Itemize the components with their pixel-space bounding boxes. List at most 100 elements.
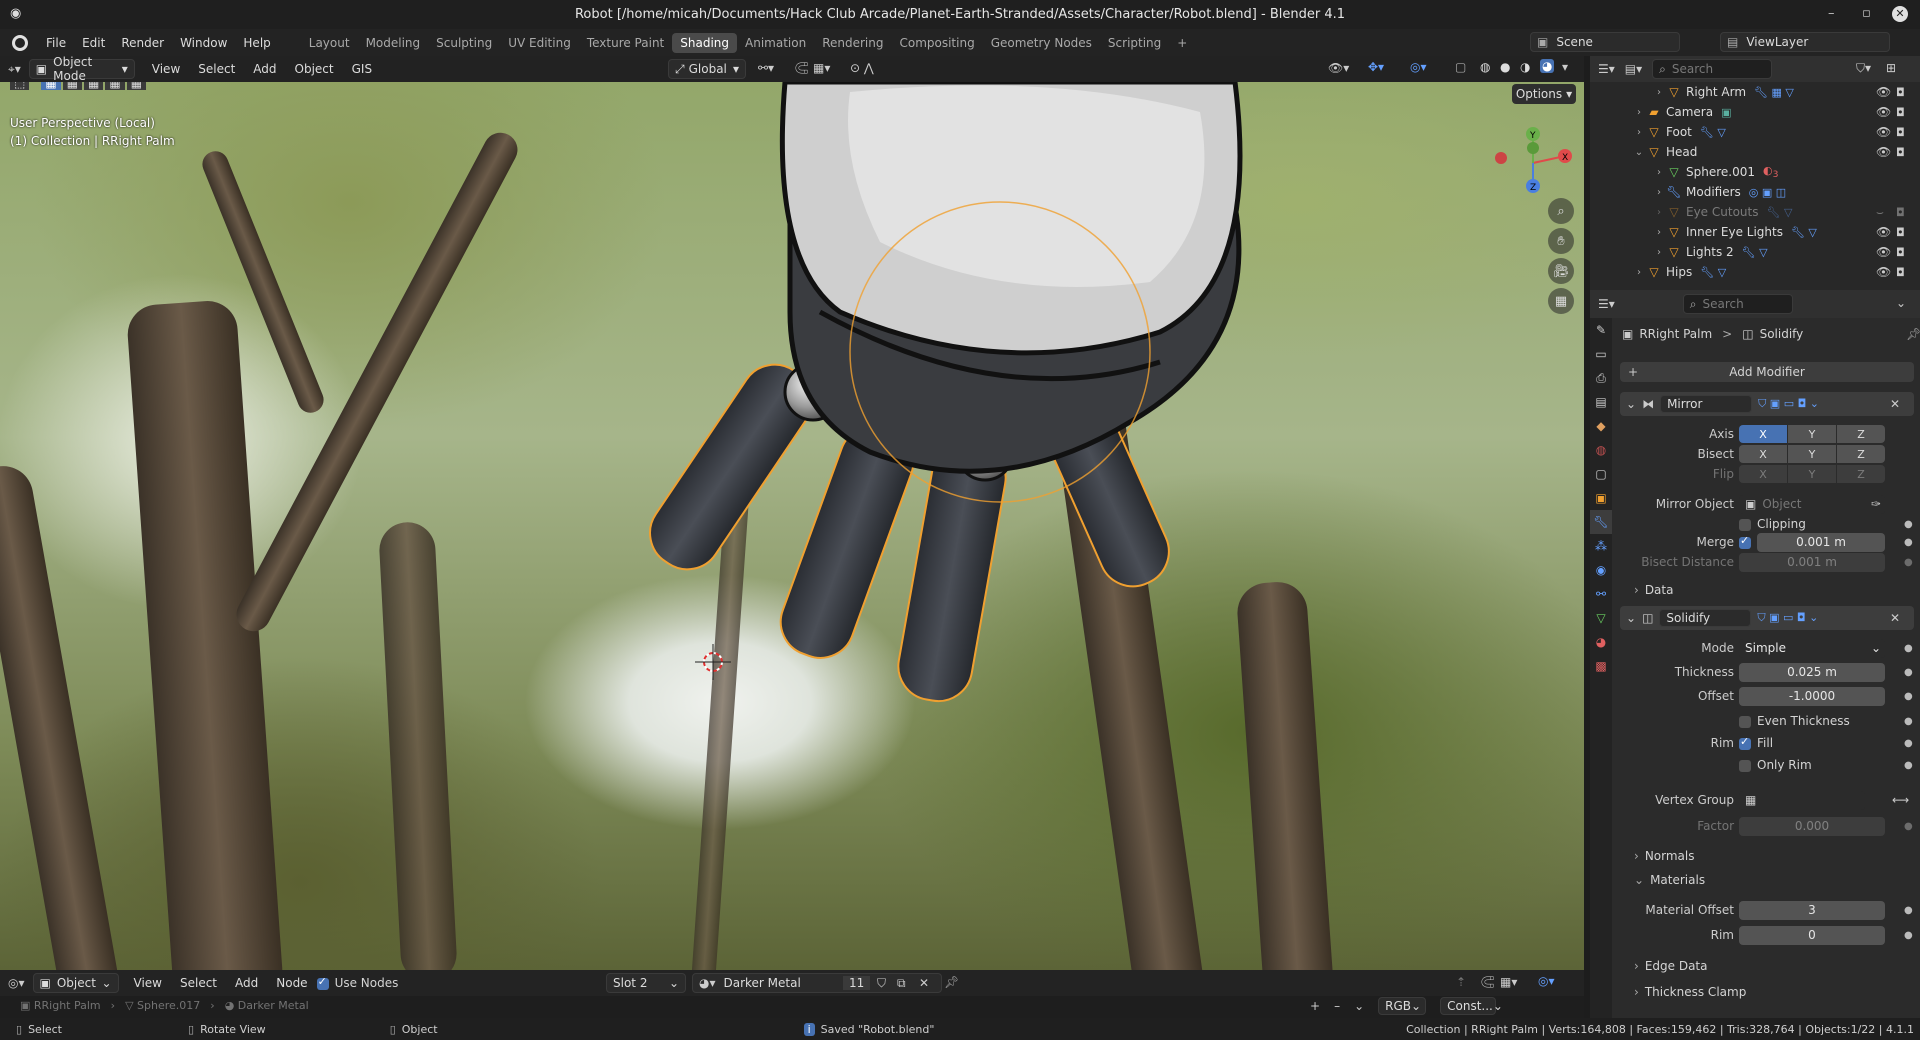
- vp-menu-object[interactable]: Object: [286, 62, 343, 76]
- close-icon[interactable]: ✕: [1892, 6, 1908, 22]
- select-new-icon[interactable]: ▦: [41, 82, 61, 90]
- tab-scripting[interactable]: Scripting: [1100, 33, 1169, 53]
- modifier-tab-icon[interactable]: 🔧︎: [1590, 510, 1612, 534]
- minimize-icon[interactable]: –: [1828, 6, 1835, 21]
- flip-x-toggle[interactable]: X: [1739, 465, 1787, 483]
- eye-icon[interactable]: 👁︎: [1876, 125, 1891, 139]
- tab-shading[interactable]: Shading: [672, 32, 737, 53]
- merge-distance-field[interactable]: 0.001 m: [1757, 532, 1885, 552]
- zoom-icon[interactable]: ⌕: [1548, 198, 1574, 224]
- material-users-count[interactable]: 11: [843, 976, 871, 990]
- snap-icon[interactable]: 🧲︎ ▦▾: [794, 61, 830, 75]
- normals-subpanel[interactable]: › Normals: [1634, 846, 1920, 866]
- outliner-row-modifiers[interactable]: › 🔧︎ Modifiers ◎ ▣ ◫: [1590, 182, 1920, 202]
- menu-window[interactable]: Window: [172, 36, 235, 50]
- material-browse-icon[interactable]: ◕▾: [699, 976, 716, 990]
- navigation-gizmo[interactable]: X Y Z: [1488, 118, 1578, 208]
- material-tab-icon[interactable]: ◕: [1590, 630, 1612, 654]
- render-icon[interactable]: ◘: [1896, 126, 1905, 139]
- options-button[interactable]: Options ▾: [1512, 84, 1576, 104]
- view-layer-tab-icon[interactable]: ▤: [1590, 390, 1612, 414]
- parent-node-icon[interactable]: ⇡: [1456, 975, 1466, 989]
- mirror-name-field[interactable]: Mirror: [1660, 395, 1753, 413]
- solidify-modifier-header[interactable]: ⌄ ◫ Solidify ⛉ ▣ ▭ ◘ ⌄ ✕: [1620, 606, 1914, 630]
- bisect-x-toggle[interactable]: X: [1739, 445, 1787, 463]
- shading-material-icon[interactable]: ◑: [1520, 60, 1530, 74]
- chevron-down-icon[interactable]: ⌄: [1354, 999, 1364, 1013]
- materials-subpanel[interactable]: ⌄ Materials: [1634, 870, 1920, 890]
- node-menu-node[interactable]: Node: [267, 976, 316, 990]
- particles-tab-icon[interactable]: ⁂: [1590, 534, 1612, 558]
- data-tab-icon[interactable]: ▽: [1590, 606, 1612, 630]
- menu-help[interactable]: Help: [235, 36, 278, 50]
- select-extend-icon[interactable]: ▦: [62, 82, 83, 90]
- mirror-object-field[interactable]: ▣ Object ✑: [1739, 494, 1885, 514]
- axis-y-toggle[interactable]: Y: [1788, 425, 1836, 443]
- gizmo-toggle-icon[interactable]: ✥▾: [1368, 60, 1384, 74]
- material-selector[interactable]: ◕▾ Darker Metal 11 ⛉ ⧉ ✕: [692, 973, 942, 993]
- flip-z-toggle[interactable]: Z: [1837, 465, 1885, 483]
- menu-edit[interactable]: Edit: [74, 36, 113, 50]
- world-tab-icon[interactable]: ◍: [1590, 438, 1612, 462]
- menu-render[interactable]: Render: [113, 36, 172, 50]
- node-menu-view[interactable]: View: [125, 976, 171, 990]
- filter-icon[interactable]: ⛉▾: [1856, 61, 1871, 76]
- render-icon[interactable]: ◘: [1896, 86, 1905, 99]
- eye-icon[interactable]: 👁︎: [1876, 105, 1891, 119]
- fake-user-shield-icon[interactable]: ⛉: [877, 976, 886, 991]
- xray-icon[interactable]: ▢: [1455, 60, 1466, 74]
- mirror-toggles-icon[interactable]: ⛉ ▣ ▭ ◘ ⌄: [1758, 397, 1819, 411]
- eye-icon[interactable]: 👁︎: [1876, 145, 1891, 159]
- axis-z-toggle[interactable]: Z: [1837, 425, 1885, 443]
- ortho-grid-icon[interactable]: ▦: [1548, 288, 1574, 314]
- blender-menu-icon[interactable]: [12, 34, 28, 51]
- close-icon[interactable]: ✕: [1890, 397, 1900, 411]
- eye-icon[interactable]: 👁︎: [1876, 85, 1891, 99]
- eye-icon[interactable]: 👁︎: [1876, 245, 1891, 259]
- render-tab-icon[interactable]: ▭: [1590, 342, 1612, 366]
- factor-field[interactable]: 0.000: [1739, 816, 1885, 836]
- pivot-icon[interactable]: ⚯▾: [758, 61, 774, 75]
- vp-menu-view[interactable]: View: [143, 62, 189, 76]
- scene-selector[interactable]: ▣ Scene: [1530, 32, 1680, 52]
- invert-arrows-icon[interactable]: ⟷: [1892, 793, 1909, 807]
- shading-wire-icon[interactable]: ◍: [1480, 60, 1490, 74]
- overlays-icon[interactable]: ◎▾: [1410, 60, 1427, 74]
- outliner-row-right-arm[interactable]: › ▽ Right Arm 🔧︎ ▦ ▽ 👁︎ ◘: [1590, 82, 1920, 102]
- eye-icon[interactable]: 👁︎: [1876, 225, 1891, 239]
- outliner-row-foot[interactable]: › ▽ Foot 🔧︎ ▽ 👁︎ ◘: [1590, 122, 1920, 142]
- eyedropper-icon[interactable]: ✑: [1871, 497, 1881, 511]
- 3d-cursor-icon[interactable]: [695, 644, 731, 680]
- outliner-row-hips[interactable]: › ▽ Hips 🔧︎ ▽ 👁︎ ◘: [1590, 262, 1920, 282]
- shading-rendered-icon[interactable]: ◕: [1540, 59, 1555, 73]
- tool-tab-icon[interactable]: ✎: [1590, 318, 1612, 342]
- merge-checkbox[interactable]: [1739, 534, 1757, 549]
- keyframe-dot-icon[interactable]: ●: [1904, 519, 1913, 530]
- snap-icon[interactable]: 🧲︎: [1480, 975, 1495, 989]
- clipping-checkbox[interactable]: Clipping: [1739, 517, 1806, 531]
- chevron-down-icon[interactable]: ⌄: [1632, 147, 1646, 158]
- axis-x-toggle[interactable]: X: [1739, 425, 1787, 443]
- texture-tab-icon[interactable]: ▩: [1590, 654, 1612, 678]
- zoom-out-icon[interactable]: –: [1334, 999, 1340, 1013]
- vertex-group-field[interactable]: ▦: [1739, 790, 1865, 810]
- tab-rendering[interactable]: Rendering: [814, 33, 891, 53]
- outliner-row-eye-cutouts[interactable]: › ▽ Eye Cutouts 🔧︎ ▽ ⌣ ◘: [1590, 202, 1920, 222]
- outliner-row-head[interactable]: ⌄ ▽ Head 👁︎ ◘: [1590, 142, 1920, 162]
- flip-y-toggle[interactable]: Y: [1788, 465, 1836, 483]
- outliner-search-input[interactable]: ⌕ Search: [1652, 59, 1773, 79]
- select-intersect-icon[interactable]: ▦: [126, 82, 147, 90]
- tab-sculpting[interactable]: Sculpting: [428, 33, 500, 53]
- thickness-field[interactable]: 0.025 m: [1739, 662, 1885, 682]
- thickness-clamp-subpanel[interactable]: › Thickness Clamp: [1634, 982, 1920, 1002]
- outliner-row-camera[interactable]: › ▰ Camera ▣ 👁︎ ◘: [1590, 102, 1920, 122]
- color-mode-selector[interactable]: RGB ⌄: [1378, 997, 1427, 1015]
- use-nodes-checkbox[interactable]: Use Nodes: [316, 975, 398, 990]
- camera-view-icon[interactable]: 🎥︎: [1548, 258, 1574, 284]
- vp-menu-add[interactable]: Add: [244, 62, 285, 76]
- outliner-row-sphere[interactable]: › ▽ Sphere.001 ◐3: [1590, 162, 1920, 182]
- chevron-down-icon[interactable]: ⌄: [1626, 397, 1636, 411]
- render-icon[interactable]: ◘: [1896, 266, 1905, 279]
- material-offset-field[interactable]: 3: [1739, 900, 1885, 920]
- pan-hand-icon[interactable]: ✋︎: [1548, 228, 1574, 254]
